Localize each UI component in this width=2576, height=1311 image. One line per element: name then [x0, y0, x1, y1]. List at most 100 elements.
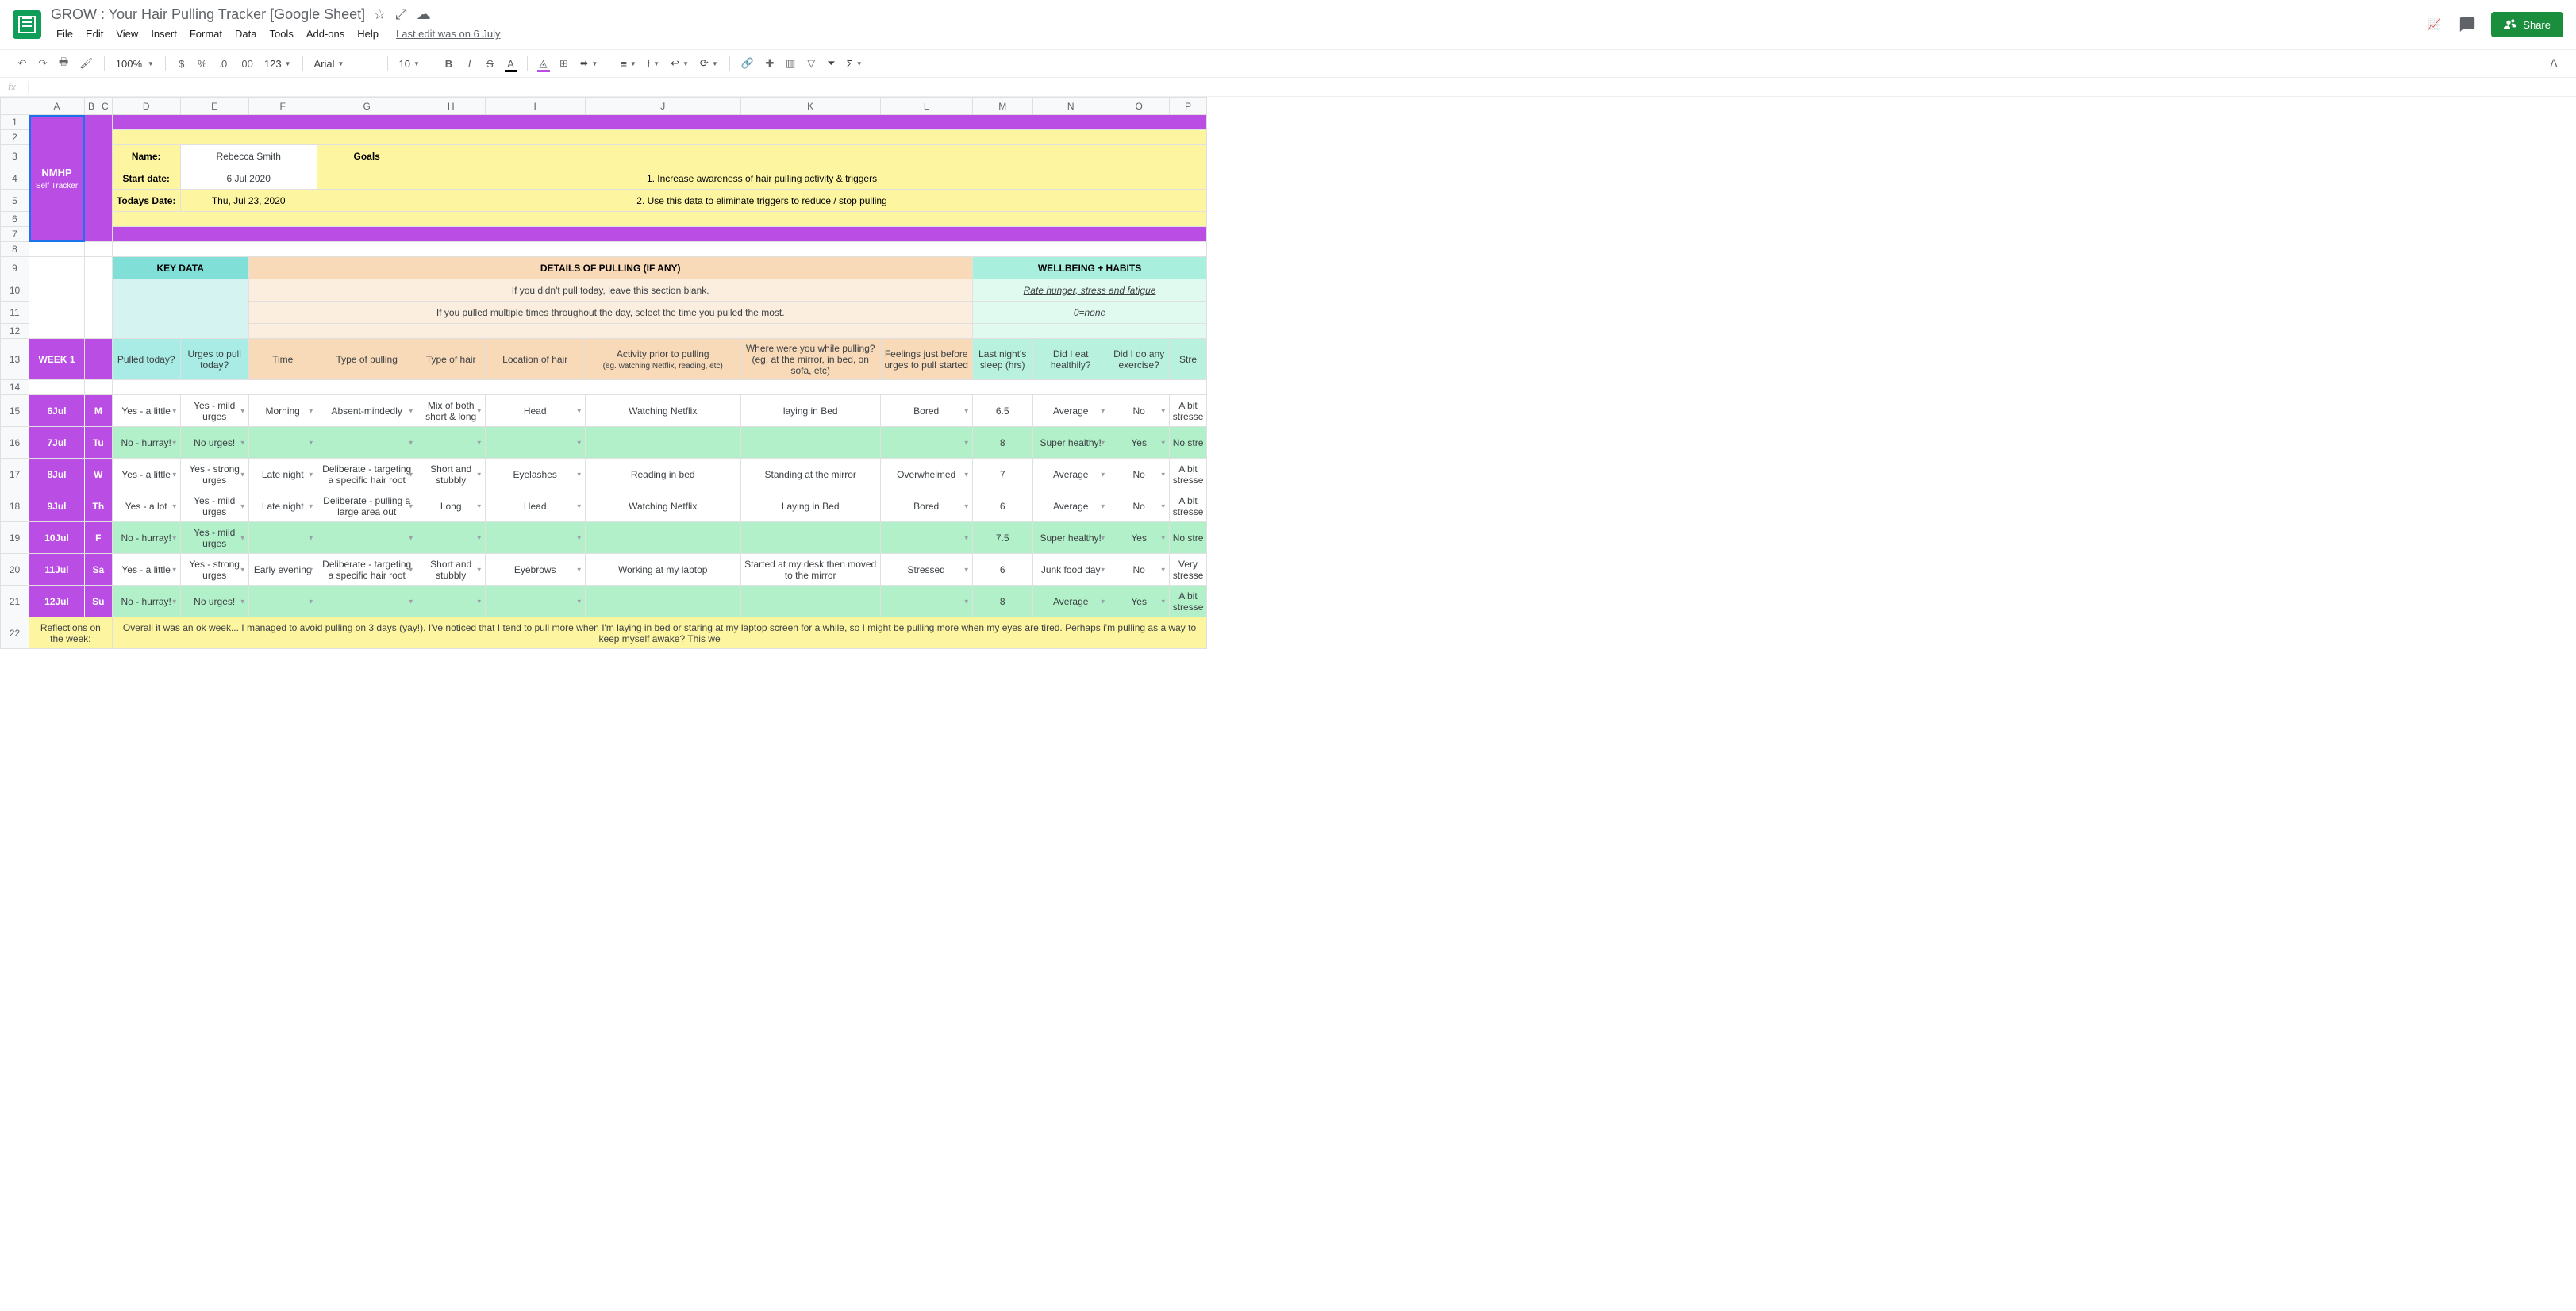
sheet-area[interactable]: A B C D E F G H I J K L M N O P 1 NMHP S… — [0, 97, 2576, 1305]
menu-view[interactable]: View — [110, 25, 144, 43]
stress-cell[interactable]: A bit stresse — [1169, 459, 1207, 490]
dropdown-cell[interactable]: ▼ — [880, 586, 972, 617]
dropdown-cell[interactable]: Yes - a little▼ — [112, 554, 180, 586]
dropdown-cell[interactable]: Absent-mindedly▼ — [317, 395, 417, 427]
dropdown-cell[interactable]: ▼ — [317, 586, 417, 617]
dropdown-cell[interactable]: Average▼ — [1032, 490, 1109, 522]
dropdown-cell[interactable]: ▼ — [417, 522, 485, 554]
move-icon[interactable]: ⤢ — [395, 6, 406, 23]
activity-cell[interactable]: Reading in bed — [585, 459, 740, 490]
dow-cell[interactable]: F — [85, 522, 113, 554]
dropdown-cell[interactable]: ▼ — [417, 427, 485, 459]
font-dropdown[interactable]: Arial▼ — [310, 55, 381, 73]
where-cell[interactable]: Laying in Bed — [740, 490, 880, 522]
sleep-cell[interactable]: 8 — [972, 586, 1032, 617]
dow-cell[interactable]: W — [85, 459, 113, 490]
dropdown-cell[interactable]: Stressed▼ — [880, 554, 972, 586]
colhdr-sleep[interactable]: Last night's sleep (hrs) — [972, 339, 1032, 380]
fontsize-dropdown[interactable]: 10▼ — [394, 55, 426, 73]
menu-file[interactable]: File — [51, 25, 79, 43]
dropdown-cell[interactable]: ▼ — [248, 427, 317, 459]
row-header[interactable]: 17 — [1, 459, 29, 490]
activity-cell[interactable]: Watching Netflix — [585, 490, 740, 522]
row-header[interactable]: 6 — [1, 212, 29, 227]
colhdr-activity[interactable]: Activity prior to pulling(eg. watching N… — [585, 339, 740, 380]
col-header[interactable]: O — [1109, 98, 1169, 115]
dropdown-cell[interactable]: Yes - mild urges▼ — [180, 522, 248, 554]
dow-cell[interactable]: Su — [85, 586, 113, 617]
dropdown-cell[interactable]: Deliberate - pulling a large area out▼ — [317, 490, 417, 522]
text-color-button[interactable]: A — [502, 53, 521, 74]
menu-edit[interactable]: Edit — [80, 25, 109, 43]
stress-cell[interactable]: No stre — [1169, 522, 1207, 554]
row-header[interactable]: 14 — [1, 380, 29, 395]
dow-cell[interactable]: Tu — [85, 427, 113, 459]
sidebar-title-cell[interactable]: NMHP Self Tracker — [29, 115, 85, 242]
dropdown-cell[interactable]: Late night▼ — [248, 490, 317, 522]
where-cell[interactable]: Started at my desk then moved to the mir… — [740, 554, 880, 586]
dropdown-cell[interactable]: Eyelashes▼ — [485, 459, 585, 490]
sleep-cell[interactable]: 6 — [972, 554, 1032, 586]
col-header[interactable]: C — [98, 98, 113, 115]
dow-cell[interactable]: Sa — [85, 554, 113, 586]
dropdown-cell[interactable]: Bored▼ — [880, 490, 972, 522]
colhdr-exercise[interactable]: Did I do any exercise? — [1109, 339, 1169, 380]
menu-help[interactable]: Help — [352, 25, 384, 43]
menu-format[interactable]: Format — [184, 25, 228, 43]
name-label[interactable]: Name: — [112, 145, 180, 167]
dropdown-cell[interactable]: Eyebrows▼ — [485, 554, 585, 586]
undo-button[interactable]: ↶ — [13, 53, 32, 74]
colhdr-feelings[interactable]: Feelings just before urges to pull start… — [880, 339, 972, 380]
details-note1[interactable]: If you didn't pull today, leave this sec… — [248, 279, 972, 302]
currency-button[interactable]: $ — [172, 53, 191, 74]
comment-button[interactable]: ✚ — [760, 53, 779, 74]
dow-cell[interactable]: M — [85, 395, 113, 427]
sheets-logo-icon[interactable] — [13, 10, 41, 39]
filter-views-dropdown[interactable]: ⏷ — [822, 54, 840, 73]
row-header[interactable]: 8 — [1, 242, 29, 257]
goal-2[interactable]: 2. Use this data to eliminate triggers t… — [317, 190, 1207, 212]
date-cell[interactable]: 11Jul — [29, 554, 85, 586]
row-header[interactable]: 1 — [1, 115, 29, 130]
share-button[interactable]: Share — [2491, 12, 2563, 37]
menu-addons[interactable]: Add-ons — [301, 25, 350, 43]
where-cell[interactable] — [740, 522, 880, 554]
chart-button[interactable]: ▥ — [781, 53, 800, 74]
dropdown-cell[interactable]: No▼ — [1109, 459, 1169, 490]
dropdown-cell[interactable]: No - hurray!▼ — [112, 522, 180, 554]
row-header[interactable]: 13 — [1, 339, 29, 380]
sleep-cell[interactable]: 7 — [972, 459, 1032, 490]
sleep-cell[interactable]: 6 — [972, 490, 1032, 522]
row-header[interactable]: 9 — [1, 257, 29, 279]
filter-button[interactable]: ▽ — [802, 53, 821, 74]
dropdown-cell[interactable]: Junk food day▼ — [1032, 554, 1109, 586]
dropdown-cell[interactable]: Super healthy!▼ — [1032, 427, 1109, 459]
document-title[interactable]: GROW : Your Hair Pulling Tracker [Google… — [51, 6, 365, 23]
colhdr-pulled[interactable]: Pulled today? — [112, 339, 180, 380]
collapse-toolbar-button[interactable]: ᐱ — [2544, 53, 2563, 74]
colhdr-urges[interactable]: Urges to pull today? — [180, 339, 248, 380]
where-cell[interactable] — [740, 586, 880, 617]
dropdown-cell[interactable]: No urges!▼ — [180, 586, 248, 617]
dropdown-cell[interactable]: Short and stubbly▼ — [417, 459, 485, 490]
row-header[interactable]: 19 — [1, 522, 29, 554]
dropdown-cell[interactable]: No▼ — [1109, 554, 1169, 586]
dropdown-cell[interactable]: ▼ — [417, 586, 485, 617]
details-note2[interactable]: If you pulled multiple times throughout … — [248, 302, 972, 324]
last-edit-link[interactable]: Last edit was on 6 July — [390, 25, 506, 43]
dropdown-cell[interactable]: ▼ — [317, 522, 417, 554]
date-cell[interactable]: 8Jul — [29, 459, 85, 490]
menu-insert[interactable]: Insert — [145, 25, 183, 43]
trend-icon[interactable]: 📈 — [2424, 15, 2443, 34]
where-cell[interactable]: laying in Bed — [740, 395, 880, 427]
menu-tools[interactable]: Tools — [263, 25, 298, 43]
col-header[interactable]: I — [485, 98, 585, 115]
dropdown-cell[interactable]: Overwhelmed▼ — [880, 459, 972, 490]
borders-button[interactable]: ⊞ — [555, 53, 574, 74]
wellbeing-header[interactable]: WELLBEING + HABITS — [972, 257, 1207, 279]
row-header[interactable]: 22 — [1, 617, 29, 649]
dropdown-cell[interactable]: No▼ — [1109, 490, 1169, 522]
dropdown-cell[interactable]: No - hurray!▼ — [112, 427, 180, 459]
sleep-cell[interactable]: 7.5 — [972, 522, 1032, 554]
colhdr-where[interactable]: Where were you while pulling? (eg. at th… — [740, 339, 880, 380]
